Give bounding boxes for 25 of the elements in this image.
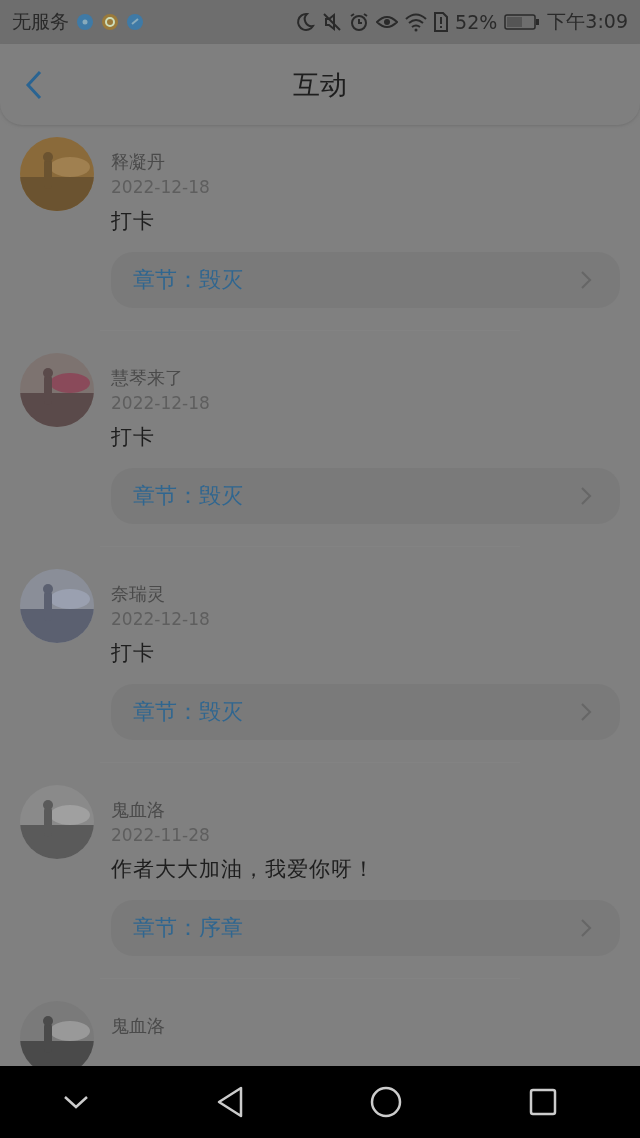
recents-square-icon[interactable] bbox=[528, 1088, 557, 1116]
chapter-link[interactable]: 章节：毁灭 bbox=[111, 684, 620, 740]
notification-icon bbox=[126, 13, 144, 31]
comment-text: 打卡 bbox=[111, 424, 155, 451]
home-circle-icon[interactable] bbox=[370, 1086, 403, 1118]
chapter-link[interactable]: 章节：毁灭 bbox=[111, 468, 620, 524]
notification-icon bbox=[76, 13, 94, 31]
battery-percent: 52% bbox=[455, 11, 498, 33]
notification-icon bbox=[101, 13, 119, 31]
moon-icon bbox=[295, 12, 316, 32]
chapter-link[interactable]: 章节：毁灭 bbox=[111, 252, 620, 308]
alarm-icon bbox=[349, 12, 370, 32]
clock-text: 下午3:09 bbox=[547, 9, 628, 34]
battery-icon bbox=[504, 13, 541, 31]
mute-icon bbox=[322, 12, 343, 32]
wifi-icon bbox=[405, 12, 428, 32]
carrier-text: 无服务 bbox=[12, 9, 69, 34]
chapter-link[interactable]: 章节：序章 bbox=[111, 900, 620, 956]
back-triangle-icon[interactable] bbox=[215, 1086, 244, 1118]
chevron-down-icon[interactable] bbox=[63, 1094, 90, 1110]
page-title: 互动 bbox=[293, 67, 347, 102]
comment-text: 打卡 bbox=[111, 640, 155, 667]
comment-text: 作者大大加油，我爱你呀！ bbox=[111, 856, 375, 883]
sim-alert-icon bbox=[434, 12, 449, 32]
comment-text: 打卡 bbox=[111, 208, 155, 235]
